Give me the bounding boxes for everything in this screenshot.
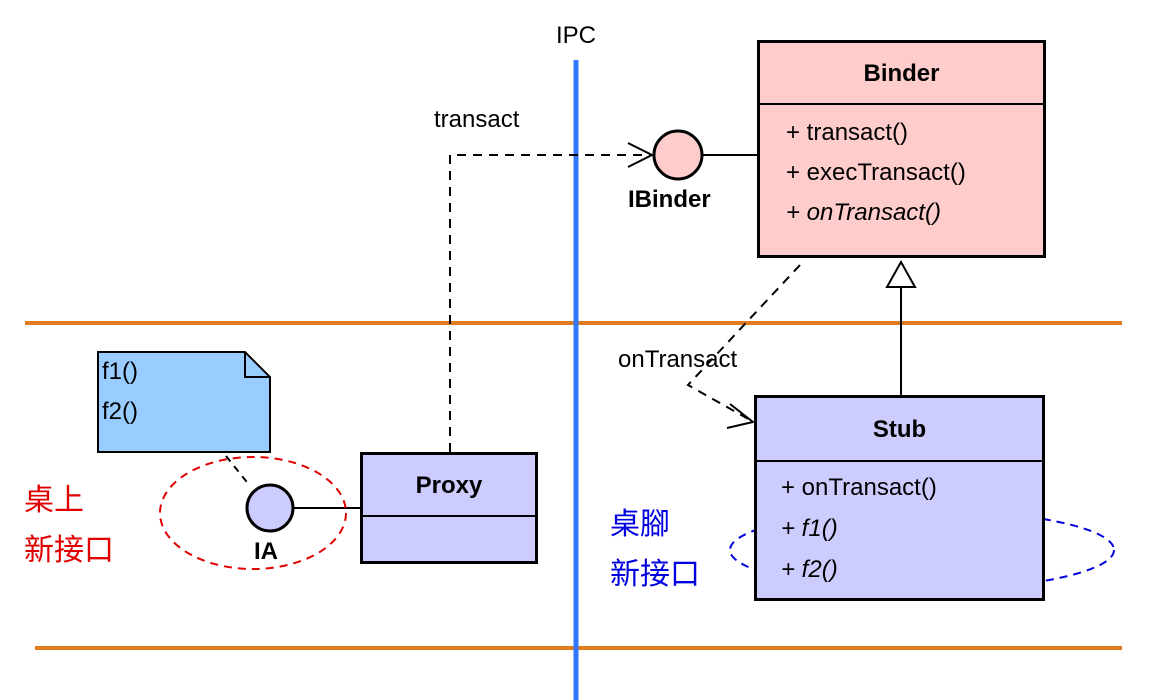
proxy-class-name: Proxy [363,455,535,517]
ibinder-label: IBinder [628,186,711,213]
note-line-f2: f2() [102,398,138,425]
stub-class: Stub + onTransact() + f1() + f2() [754,395,1045,601]
stub-op-f1: + f1() [781,515,838,542]
generalization-arrowhead [885,259,917,288]
ibinder-interface-circle [652,129,704,181]
note-text: f1() f2() [98,352,138,432]
right-annotation-line-2: 新接口 [610,557,700,592]
binder-class-name: Binder [760,43,1043,105]
note-line-f1: f1() [102,358,138,385]
proxy-class: Proxy [360,452,538,564]
ontransact-label: onTransact [618,346,738,373]
binder-op-transact: + transact() [786,119,909,146]
binder-class: Binder + transact() + execTransact() + o… [757,40,1046,258]
binder-op-exectransact: + execTransact() [786,159,966,186]
binder-op-ontransact: + onTransact() [786,199,941,226]
stub-operations: + onTransact() + f1() + f2() [757,462,1042,591]
right-annotation-line-1: 桌腳 [610,507,670,542]
transact-dependency-arrow [449,154,650,452]
binder-operations: + transact() + execTransact() + onTransa… [760,105,1043,233]
stub-op-ontransact: + onTransact() [781,474,937,501]
ia-label: IA [254,538,278,565]
transact-label: transact [434,106,520,133]
left-annotation: 桌上 新接口 [24,476,114,576]
right-annotation: 桌腳 新接口 [610,500,700,600]
ontransact-arrowhead [726,403,756,429]
ia-interface-circle [245,483,295,533]
ipc-label: IPC [556,22,597,49]
stub-class-name: Stub [757,398,1042,462]
note-anchor-line [225,455,251,487]
left-annotation-line-1: 桌上 [24,483,84,518]
left-annotation-line-2: 新接口 [24,533,114,568]
stub-op-f2: + f2() [781,556,838,583]
